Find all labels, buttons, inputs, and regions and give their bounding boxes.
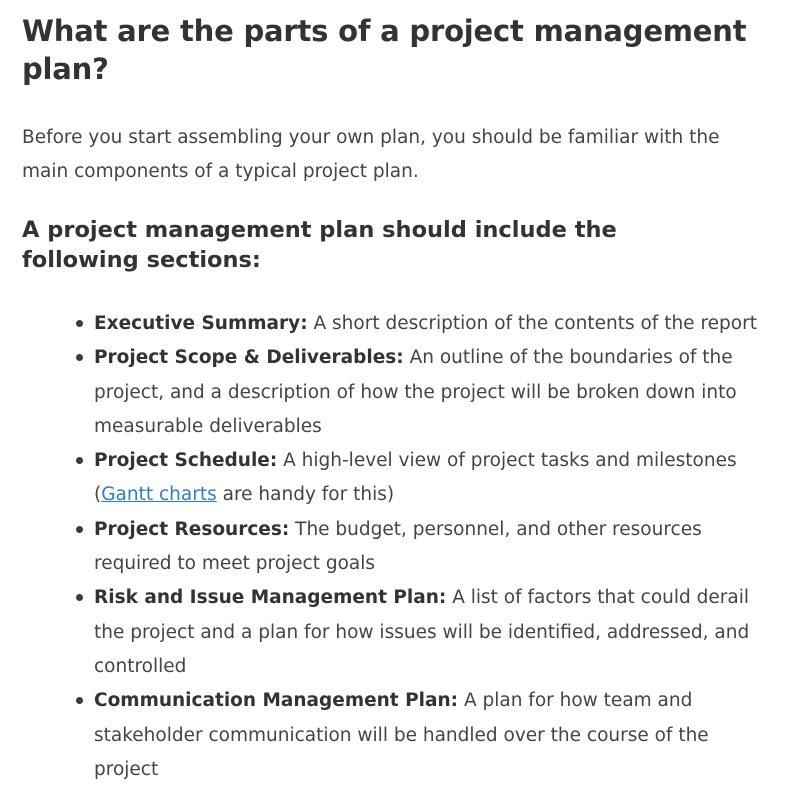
list-item-term: Executive Summary: <box>94 313 308 334</box>
bullet-icon <box>76 697 83 705</box>
bullet-icon <box>76 320 83 327</box>
list-item-description: A short description of the contents of t… <box>307 313 757 334</box>
list-item-project-scope: Project Scope & Deliverables: An outline… <box>76 341 764 444</box>
gantt-charts-link[interactable]: Gantt charts <box>101 484 217 505</box>
page-title: What are the parts of a project manageme… <box>22 14 747 86</box>
list-item-term: Project Resources: <box>94 518 290 540</box>
list-item-term: Risk and Issue Management Plan: <box>94 587 447 609</box>
list-item-term: Communication Management Plan: <box>94 690 459 712</box>
list-item-project-resources: Project Resources: The budget, personnel… <box>76 513 764 582</box>
bullet-icon <box>76 594 83 602</box>
list-item-communication-plan: Communication Management Plan: A plan fo… <box>76 684 764 787</box>
list-item-executive-summary: Executive Summary: A short description o… <box>76 307 764 341</box>
bullet-icon <box>76 354 83 362</box>
bullet-icon <box>76 457 83 465</box>
intro-paragraph: Before you start assembling your own pla… <box>22 127 720 182</box>
sections-list: Executive Summary: A short description o… <box>22 307 781 787</box>
list-item-risk-issue-plan: Risk and Issue Management Plan: A list o… <box>76 581 764 684</box>
list-item-project-schedule: Project Schedule: A high-level view of p… <box>76 444 764 513</box>
bullet-icon <box>76 525 83 533</box>
list-item-description-end: are handy for this) <box>216 484 395 506</box>
article: What are the parts of a project manageme… <box>0 0 803 787</box>
list-item-term: Project Scope & Deliverables: <box>94 347 404 369</box>
section-subheading: A project management plan should include… <box>22 217 617 273</box>
list-item-term: Project Schedule: <box>94 450 278 472</box>
